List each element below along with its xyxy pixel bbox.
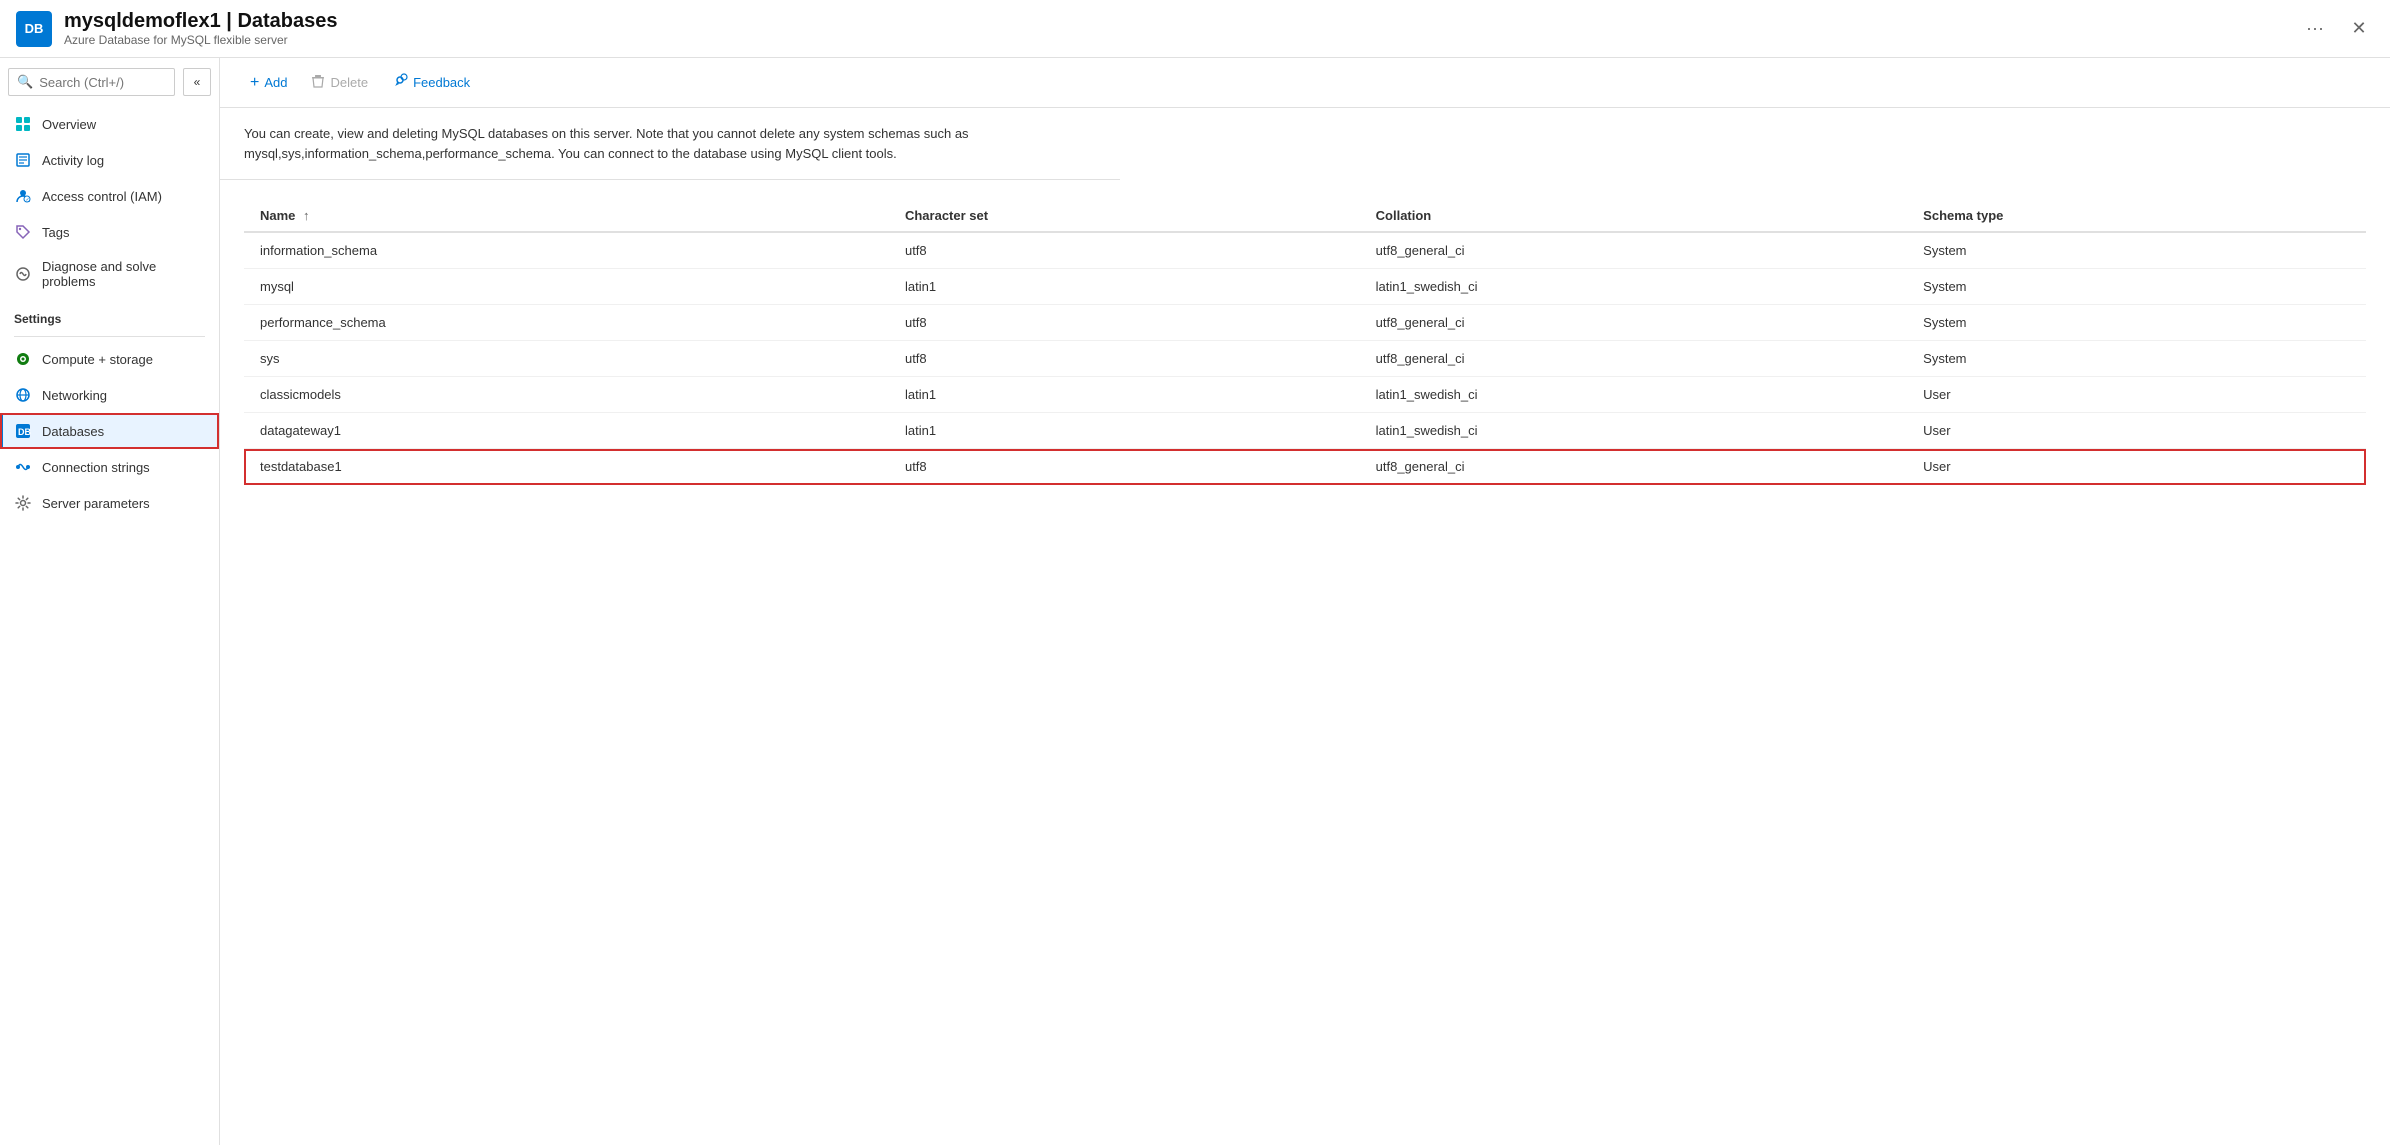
- table-cell-charset: utf8: [889, 449, 1360, 485]
- delete-button[interactable]: Delete: [301, 69, 378, 96]
- page-subtitle: Azure Database for MySQL flexible server: [64, 33, 2286, 47]
- table-row[interactable]: datagateway1latin1latin1_swedish_ciUser: [244, 413, 2366, 449]
- sidebar-item-tags[interactable]: Tags: [0, 214, 219, 250]
- table-cell-schema_type: User: [1907, 413, 2366, 449]
- table-cell-charset: latin1: [889, 413, 1360, 449]
- app-icon: DB: [16, 11, 52, 47]
- table-cell-name: information_schema: [244, 232, 889, 269]
- sidebar-item-label: Overview: [42, 117, 96, 132]
- tags-icon: [14, 223, 32, 241]
- table-cell-collation: latin1_swedish_ci: [1360, 377, 1908, 413]
- page-title: mysqldemoflex1 | Databases: [64, 10, 2286, 33]
- gear-icon: [14, 494, 32, 512]
- ellipsis-button[interactable]: ···: [2298, 14, 2332, 43]
- sidebar-item-databases[interactable]: DB Databases: [0, 413, 219, 449]
- table-cell-collation: latin1_swedish_ci: [1360, 269, 1908, 305]
- table-body: information_schemautf8utf8_general_ciSys…: [244, 232, 2366, 485]
- sidebar-item-compute-storage[interactable]: Compute + storage: [0, 341, 219, 377]
- main-content: + Add Delete: [220, 58, 2390, 1145]
- sidebar-item-label: Networking: [42, 388, 107, 403]
- table-cell-schema_type: System: [1907, 269, 2366, 305]
- svg-text:DB: DB: [18, 427, 31, 437]
- iam-icon: ✓: [14, 187, 32, 205]
- table-cell-name: datagateway1: [244, 413, 889, 449]
- col-schema-type: Schema type: [1907, 200, 2366, 232]
- sidebar-item-label: Compute + storage: [42, 352, 153, 367]
- overview-icon: [14, 115, 32, 133]
- description-text: You can create, view and deleting MySQL …: [220, 108, 1120, 180]
- close-button[interactable]: ✕: [2344, 14, 2374, 44]
- table-row[interactable]: information_schemautf8utf8_general_ciSys…: [244, 232, 2366, 269]
- table-cell-collation: utf8_general_ci: [1360, 305, 1908, 341]
- table-cell-name: sys: [244, 341, 889, 377]
- sidebar-item-label: Tags: [42, 225, 69, 240]
- settings-section-label: Settings: [0, 298, 219, 332]
- sidebar: 🔍 « Overview: [0, 58, 220, 1145]
- table-cell-name: testdatabase1: [244, 449, 889, 485]
- table-row[interactable]: classicmodelslatin1latin1_swedish_ciUser: [244, 377, 2366, 413]
- sidebar-item-connection-strings[interactable]: Connection strings: [0, 449, 219, 485]
- table-cell-schema_type: User: [1907, 449, 2366, 485]
- search-icon: 🔍: [17, 74, 33, 90]
- sidebar-item-access-control[interactable]: ✓ Access control (IAM): [0, 178, 219, 214]
- delete-icon: [311, 74, 325, 91]
- table-cell-charset: utf8: [889, 305, 1360, 341]
- databases-table-section: Name ↑ Character set Collation Schema ty…: [220, 180, 2390, 505]
- toolbar: + Add Delete: [220, 58, 2390, 108]
- diagnose-icon: [14, 265, 32, 283]
- networking-icon: [14, 386, 32, 404]
- search-input[interactable]: [39, 75, 166, 90]
- sidebar-item-activity-log[interactable]: Activity log: [0, 142, 219, 178]
- table-cell-schema_type: System: [1907, 341, 2366, 377]
- sidebar-item-diagnose[interactable]: Diagnose and solve problems: [0, 250, 219, 298]
- add-button[interactable]: + Add: [240, 69, 297, 97]
- table-row[interactable]: testdatabase1utf8utf8_general_ciUser: [244, 449, 2366, 485]
- compute-icon: [14, 350, 32, 368]
- sidebar-item-overview[interactable]: Overview: [0, 106, 219, 142]
- table-header-row: Name ↑ Character set Collation Schema ty…: [244, 200, 2366, 232]
- databases-icon: DB: [14, 422, 32, 440]
- sidebar-item-label: Access control (IAM): [42, 189, 162, 204]
- sidebar-item-label: Databases: [42, 424, 104, 439]
- sidebar-item-networking[interactable]: Networking: [0, 377, 219, 413]
- table-cell-collation: utf8_general_ci: [1360, 232, 1908, 269]
- table-cell-schema_type: System: [1907, 305, 2366, 341]
- col-collation: Collation: [1360, 200, 1908, 232]
- search-box[interactable]: 🔍: [8, 68, 175, 96]
- feedback-icon: [392, 73, 408, 92]
- sidebar-item-label: Activity log: [42, 153, 104, 168]
- sort-icon: ↑: [303, 208, 310, 223]
- table-cell-schema_type: User: [1907, 377, 2366, 413]
- table-cell-name: performance_schema: [244, 305, 889, 341]
- sidebar-item-server-parameters[interactable]: Server parameters: [0, 485, 219, 521]
- col-charset: Character set: [889, 200, 1360, 232]
- table-cell-charset: utf8: [889, 341, 1360, 377]
- table-cell-schema_type: System: [1907, 232, 2366, 269]
- table-row[interactable]: performance_schemautf8utf8_general_ciSys…: [244, 305, 2366, 341]
- connection-strings-icon: [14, 458, 32, 476]
- table-cell-collation: utf8_general_ci: [1360, 341, 1908, 377]
- table-cell-charset: latin1: [889, 377, 1360, 413]
- sidebar-item-label: Connection strings: [42, 460, 150, 475]
- table-cell-charset: latin1: [889, 269, 1360, 305]
- add-icon: +: [250, 74, 259, 92]
- feedback-button[interactable]: Feedback: [382, 68, 480, 97]
- databases-table: Name ↑ Character set Collation Schema ty…: [244, 200, 2366, 485]
- table-cell-name: mysql: [244, 269, 889, 305]
- svg-text:✓: ✓: [26, 197, 30, 203]
- collapse-sidebar-button[interactable]: «: [183, 68, 211, 96]
- table-row[interactable]: sysutf8utf8_general_ciSystem: [244, 341, 2366, 377]
- settings-divider: [14, 336, 205, 337]
- table-cell-collation: utf8_general_ci: [1360, 449, 1908, 485]
- sidebar-item-label: Diagnose and solve problems: [42, 259, 205, 289]
- col-name: Name ↑: [244, 200, 889, 232]
- table-row[interactable]: mysqllatin1latin1_swedish_ciSystem: [244, 269, 2366, 305]
- activity-log-icon: [14, 151, 32, 169]
- table-cell-charset: utf8: [889, 232, 1360, 269]
- sidebar-item-label: Server parameters: [42, 496, 150, 511]
- table-cell-name: classicmodels: [244, 377, 889, 413]
- table-cell-collation: latin1_swedish_ci: [1360, 413, 1908, 449]
